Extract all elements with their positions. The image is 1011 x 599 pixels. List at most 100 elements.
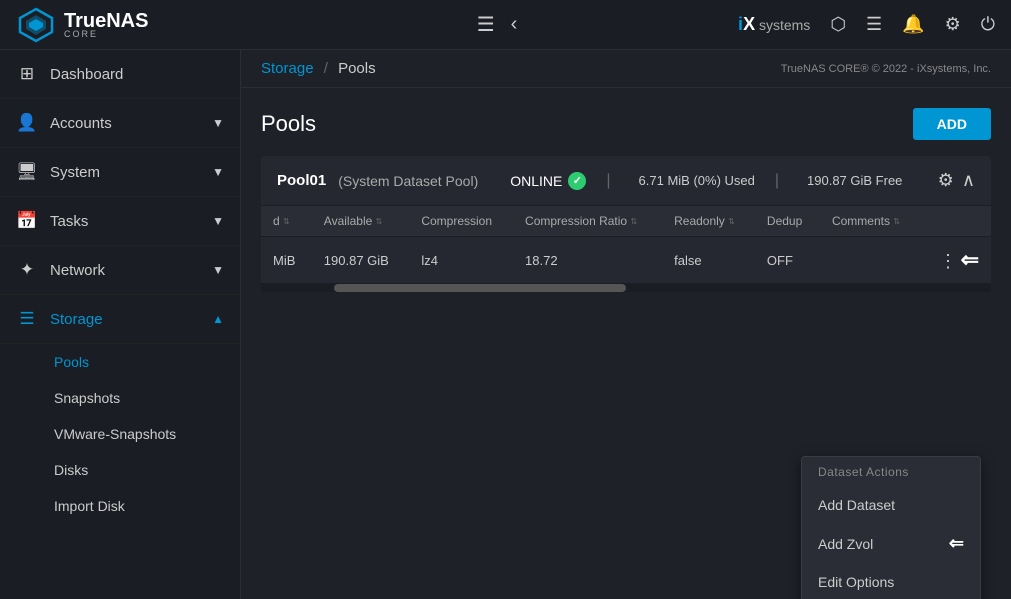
ixsystems-logo: iX systems [738,14,810,35]
status-online-icon [568,172,586,190]
sidebar-item-dashboard[interactable]: ⊞ Dashboard [0,50,240,99]
cell-row-actions: ⋮ ⇐ [921,237,991,284]
logo-text: TrueNAS CORE [64,10,148,39]
main-content: Storage / Pools TrueNAS CORE® © 2022 - i… [241,50,1011,599]
truenas-logo-icon [16,5,56,45]
system-icon: 🖥 [16,162,38,182]
sidebar-sub-item-import-disk[interactable]: Import Disk [54,488,240,524]
dropdown-item-add-zvol[interactable]: Add Zvol ⇐ [802,523,980,564]
network-icon: ✦ [16,260,38,280]
table-row: MiB 190.87 GiB lz4 18.72 false OFF ⋮ ⇐ [261,237,991,284]
breadcrumb-parent[interactable]: Storage [261,60,314,77]
row-actions-button[interactable]: ⋮ [939,251,957,271]
pool-table-wrapper: d ⇅ Available ⇅ Compression [261,206,991,292]
pool-name: Pool01 [277,172,326,189]
separator2: | [775,172,779,190]
header-center: ☰ ‹ [477,12,518,37]
chevron-down-icon: ▼ [212,165,224,179]
row-arrow-indicator: ⇐ [961,247,979,273]
pool-collapse-button[interactable]: ∧ [962,170,975,191]
pool-used: 6.71 MiB (0%) Used [639,173,755,188]
top-header: TrueNAS CORE ☰ ‹ iX systems ⬡ ☰ 🔔 ⚙ ⏻ [0,0,1011,50]
storage-icon: ☰ [16,309,38,329]
add-zvol-arrow: ⇐ [949,533,964,554]
table-header-row: d ⇅ Available ⇅ Compression [261,206,991,237]
chevron-down-icon: ▼ [212,116,224,130]
page-title: Pools [261,111,316,137]
sidebar-item-accounts[interactable]: 👤 Accounts ▼ [0,99,240,148]
pools-header: Pools ADD [261,108,991,140]
sort-icon: ⇅ [728,217,735,226]
tasks-icon: 📅 [16,211,38,231]
cell-compression: lz4 [409,237,513,284]
col-compression-ratio: Compression Ratio ⇅ [513,206,662,237]
cell-readonly: false [662,237,755,284]
sidebar-item-network[interactable]: ✦ Network ▼ [0,246,240,295]
alerts-icon[interactable]: 🔔 [902,14,924,35]
scroll-area[interactable] [261,284,991,292]
breadcrumb-bar: Storage / Pools TrueNAS CORE® © 2022 - i… [241,50,1011,88]
power-icon[interactable]: ⏻ [981,14,995,35]
col-comments: Comments ⇅ [820,206,921,237]
storage-submenu: Pools Snapshots VMware-Snapshots Disks I… [0,344,240,524]
pool-table: d ⇅ Available ⇅ Compression [261,206,991,284]
logo-area: TrueNAS CORE [16,5,256,45]
pool-actions: ⚙ ∧ [938,170,975,191]
settings-icon[interactable]: ⚙ [945,14,961,35]
status-label: ONLINE [510,173,562,189]
sort-icon: ⇅ [893,217,900,226]
hamburger-icon[interactable]: ☰ [477,12,495,37]
dropdown-section-title: Dataset Actions [802,457,980,487]
col-compression: Compression [409,206,513,237]
chevron-up-icon: ▲ [212,312,224,326]
sidebar-sub-item-pools[interactable]: Pools [54,344,240,380]
chevron-down-icon: ▼ [212,214,224,228]
breadcrumb: Storage / Pools [261,60,376,77]
sidebar-item-tasks[interactable]: 📅 Tasks ▼ [0,197,240,246]
cell-dedup: OFF [755,237,820,284]
accounts-icon: 👤 [16,113,38,133]
scroll-thumb[interactable] [334,284,626,292]
sort-icon: ⇅ [376,217,383,226]
col-name: d ⇅ [261,206,312,237]
docs-icon[interactable]: ☰ [866,14,882,35]
sidebar-sub-item-snapshots[interactable]: Snapshots [54,380,240,416]
add-pool-button[interactable]: ADD [913,108,991,140]
dropdown-item-add-dataset[interactable]: Add Dataset [802,487,980,523]
sidebar-item-label: Network [50,262,105,279]
sidebar: ⊞ Dashboard 👤 Accounts ▼ 🖥 System ▼ 📅 Ta… [0,50,241,599]
sidebar-item-storage[interactable]: ☰ Storage ▲ [0,295,240,344]
pool-status: ONLINE [510,172,586,190]
sidebar-item-system[interactable]: 🖥 System ▼ [0,148,240,197]
col-readonly: Readonly ⇅ [662,206,755,237]
sort-icon: ⇅ [630,217,637,226]
dashboard-icon: ⊞ [16,64,38,84]
pool-card: Pool01 (System Dataset Pool) ONLINE | 6.… [261,156,991,292]
pool-subtitle: (System Dataset Pool) [338,173,478,189]
chevron-down-icon: ▼ [212,263,224,277]
sidebar-item-label: System [50,164,100,181]
col-available: Available ⇅ [312,206,410,237]
pool-settings-button[interactable]: ⚙ [938,170,954,191]
cell-name: MiB [261,237,312,284]
sidebar-item-label: Accounts [50,115,112,132]
copyright: TrueNAS CORE® © 2022 - iXsystems, Inc. [781,63,991,75]
sidebar-item-label: Dashboard [50,66,123,83]
sort-icon: ⇅ [283,217,290,226]
sidebar-sub-item-disks[interactable]: Disks [54,452,240,488]
sidebar-sub-item-vmware-snapshots[interactable]: VMware-Snapshots [54,416,240,452]
col-row-actions [921,206,991,237]
pool-free: 190.87 GiB Free [807,173,902,188]
back-icon[interactable]: ‹ [511,13,518,36]
dataset-actions-dropdown: Dataset Actions Add Dataset Add Zvol ⇐ E… [801,456,981,599]
cell-available: 190.87 GiB [312,237,410,284]
dropdown-item-edit-options[interactable]: Edit Options [802,564,980,599]
col-dedup: Dedup [755,206,820,237]
apps-icon[interactable]: ⬡ [830,14,846,35]
cell-compression-ratio: 18.72 [513,237,662,284]
pool-header: Pool01 (System Dataset Pool) ONLINE | 6.… [261,156,991,206]
breadcrumb-separator: / [324,60,328,77]
sidebar-item-label: Storage [50,311,103,328]
content-area: Pools ADD Pool01 (System Dataset Pool) O… [241,88,1011,312]
layout: ⊞ Dashboard 👤 Accounts ▼ 🖥 System ▼ 📅 Ta… [0,50,1011,599]
